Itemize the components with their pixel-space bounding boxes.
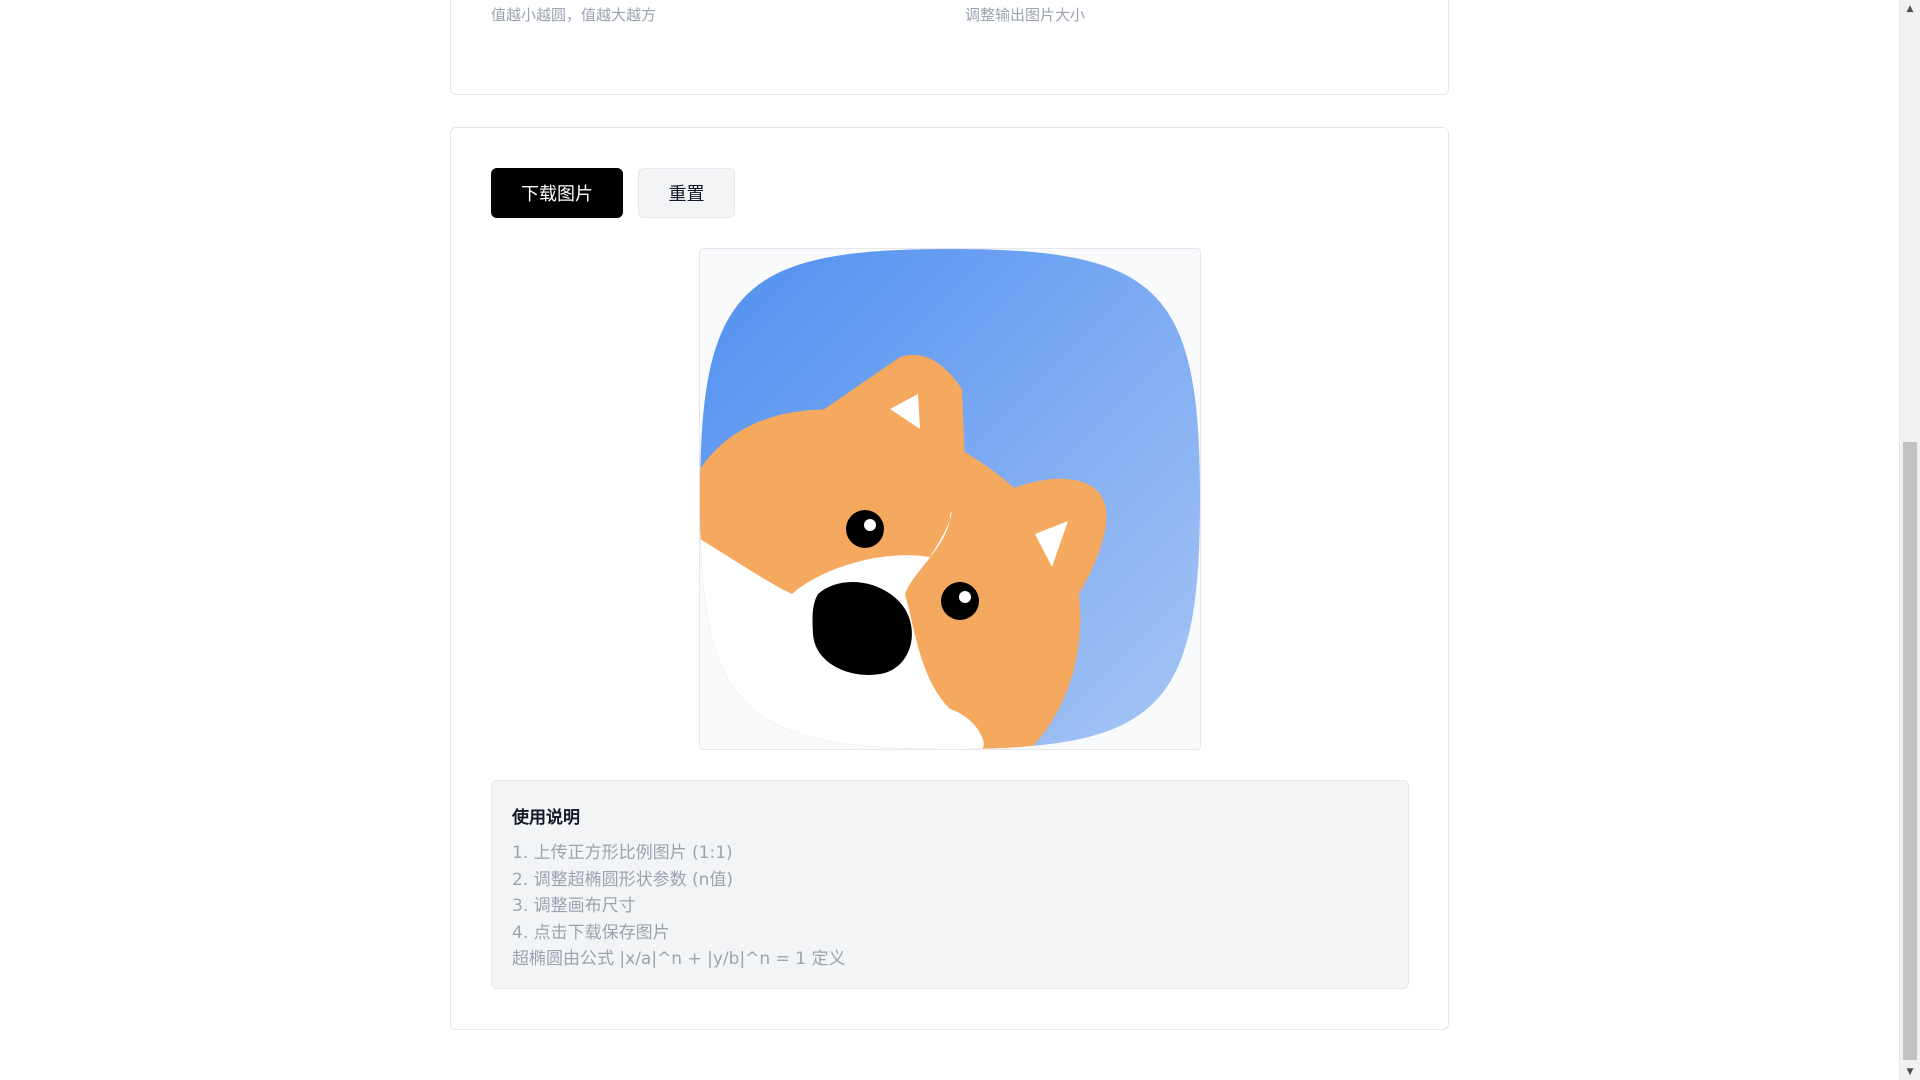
instruction-step: 3. 调整画布尺寸 — [512, 896, 636, 916]
superellipse-image — [700, 249, 1200, 749]
size-hint: 调整输出图片大小 — [965, 6, 1086, 24]
instruction-step: 4. 点击下载保存图片 — [512, 922, 670, 943]
scroll-down-arrow-icon[interactable]: ▼ — [1900, 1063, 1920, 1080]
dog-eye-left — [846, 510, 884, 548]
vertical-scrollbar[interactable]: ▲ ▼ — [1899, 0, 1920, 1080]
page-content: 值越小越圆，值越大越方 调整输出图片大小 下载图片 重置 使用说明 1. 上传正… — [0, 0, 1899, 1080]
download-button[interactable]: 下载图片 — [491, 168, 623, 218]
formula-note: 超椭圆由公式 |x/a|^n + |y/b|^n = 1 定义 — [512, 949, 846, 969]
scroll-up-arrow-icon[interactable]: ▲ — [1900, 0, 1920, 17]
dog-eye-right — [941, 582, 979, 620]
scrollbar-thumb[interactable] — [1903, 442, 1917, 1060]
instruction-step: 2. 调整超椭圆形状参数 (n值) — [512, 869, 734, 890]
n-value-hint: 值越小越圆，值越大越方 — [491, 6, 657, 24]
image-preview — [699, 248, 1201, 750]
instructions-title: 使用说明 — [512, 808, 580, 828]
instructions-panel: 使用说明 1. 上传正方形比例图片 (1:1) 2. 调整超椭圆形状参数 (n值… — [491, 780, 1409, 989]
reset-button[interactable]: 重置 — [638, 168, 735, 218]
page-viewport: 值越小越圆，值越大越方 调整输出图片大小 下载图片 重置 使用说明 1. 上传正… — [0, 0, 1920, 1080]
instruction-step: 1. 上传正方形比例图片 (1:1) — [512, 843, 733, 863]
